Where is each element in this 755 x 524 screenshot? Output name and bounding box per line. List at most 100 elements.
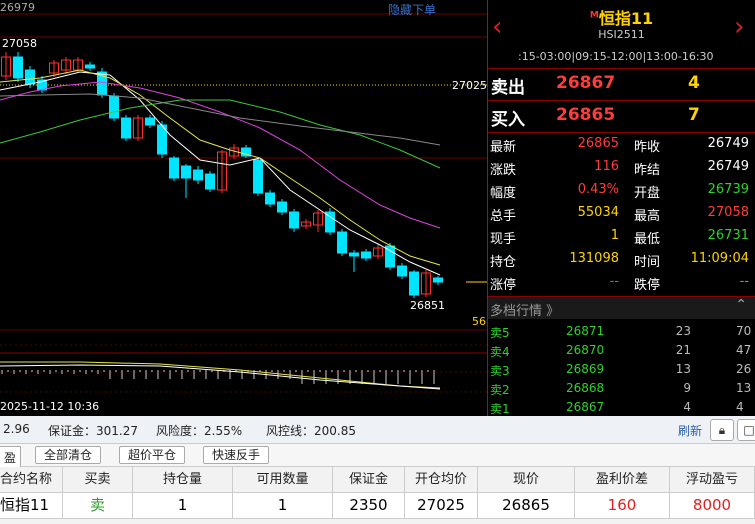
depth-row[interactable]: 卖1 26867 4 4 <box>488 398 755 416</box>
table-cell: 2350 <box>333 493 405 518</box>
account-info-bar: 2.96 保证金：301.27 风险度：2.55% 风控线：200.85 刷新 … <box>0 416 755 444</box>
action-bar: 盈 全部清仓 超价平仓 快速反手 <box>0 444 755 469</box>
chevron-right-icon[interactable]: › <box>734 14 744 40</box>
window-icon[interactable]: □ <box>737 419 755 441</box>
column-header: 现价 <box>478 467 575 492</box>
column-header: 浮动盈亏 <box>670 467 755 492</box>
stat-value: -- <box>739 274 749 289</box>
candle-body <box>253 159 263 194</box>
depth-row[interactable]: 卖3 26869 13 26 <box>488 360 755 379</box>
chart-time-label: 2025-11-12 10:36 <box>0 400 100 413</box>
refresh-link[interactable]: 刷新 <box>678 422 702 439</box>
sell-price: 26867 <box>556 73 616 93</box>
contract-name: 恒指11 <box>598 9 654 28</box>
stat-row: 涨跌 116 昨结 26749 <box>488 156 755 179</box>
table-row[interactable]: 恒指11 卖 1 1 2350 27025 26865 160 8000 <box>0 493 755 519</box>
quote-header: ‹ M恒指11 HSI2511 :15-03:00|09:15-12:00|13… <box>488 0 755 68</box>
stat-label: 最低 <box>634 232 661 247</box>
tab-positions[interactable]: 盈 <box>0 446 22 469</box>
depth-cumulative: 47 <box>736 343 752 357</box>
stat-label: 昨结 <box>634 163 661 178</box>
stat-label: 涨停 <box>490 278 517 293</box>
contract-title: M恒指11 <box>488 5 755 29</box>
stat-row: 涨停 -- 跌停 -- <box>488 271 755 294</box>
stat-label: 幅度 <box>490 186 517 201</box>
depth-row[interactable]: 卖4 26870 21 47 <box>488 341 755 360</box>
stat-label: 总手 <box>490 209 517 224</box>
buy-row[interactable]: 买入 26865 7 <box>488 100 755 131</box>
stat-label: 开盘 <box>634 186 661 201</box>
depth-cumulative: 70 <box>736 324 752 338</box>
depth-cumulative: 26 <box>736 362 752 376</box>
stat-label: 时间 <box>634 255 661 270</box>
stat-value: -- <box>609 274 619 289</box>
depth-volume: 9 <box>683 381 691 395</box>
depth-row[interactable]: 卖2 26868 9 13 <box>488 379 755 398</box>
kline-chart-canvas <box>0 13 487 393</box>
column-header: 合约名称 <box>0 467 63 492</box>
table-header: 合约名称 买卖 持仓量 可用数量 保证金 开仓均价 现价 盈利价差 浮动盈亏 <box>0 467 755 493</box>
stat-row: 总手 55034 最高 27058 <box>488 202 755 225</box>
stat-value: 11:09:04 <box>690 251 749 266</box>
quick-reverse-button[interactable]: 快速反手 <box>203 446 270 464</box>
candle-body <box>337 231 347 254</box>
stat-value: 26739 <box>707 182 749 197</box>
column-header: 盈利价差 <box>575 467 670 492</box>
depth-price: 26870 <box>566 343 605 357</box>
risk-line-info: 风控线：200.85 <box>266 424 356 438</box>
ma-long-line <box>0 93 441 146</box>
stat-value: 131098 <box>569 251 619 266</box>
account-value: 2.96 <box>3 422 30 436</box>
hide-order-link[interactable]: 隐藏下单 <box>388 1 436 18</box>
stat-label: 涨跌 <box>490 163 517 178</box>
stat-value: 0.43% <box>577 182 619 197</box>
risk-info: 风险度：2.55% <box>156 424 243 438</box>
depth-price: 26868 <box>566 381 605 395</box>
candle-body <box>193 169 203 181</box>
contract-code: HSI2511 <box>598 28 645 41</box>
stat-value: 116 <box>594 159 619 174</box>
depth-volume: 13 <box>675 362 691 376</box>
stat-label: 昨收 <box>634 140 661 155</box>
sell-row[interactable]: 卖出 26867 4 <box>488 68 755 99</box>
main-contract-badge: M <box>589 10 599 21</box>
table-cell: 恒指11 <box>0 493 63 518</box>
depth-row[interactable]: 卖5 26871 23 70 <box>488 322 755 341</box>
overprice-close-button[interactable]: 超价平仓 <box>119 446 186 464</box>
depth-header[interactable]: 多档行情 》 ⌃ <box>488 296 755 319</box>
column-header: 可用数量 <box>233 467 333 492</box>
sell-volume: 4 <box>688 73 700 93</box>
stat-row: 幅度 0.43% 开盘 26739 <box>488 179 755 202</box>
candle-body <box>289 211 299 229</box>
stat-label: 最高 <box>634 209 661 224</box>
lock-icon[interactable]: 🔒︎ <box>710 419 734 441</box>
trade-panel: 2.96 保证金：301.27 风险度：2.55% 风控线：200.85 刷新 … <box>0 416 755 524</box>
stat-value: 27058 <box>707 205 749 220</box>
sell-label: 卖出 <box>491 78 525 98</box>
candle-body <box>409 271 419 296</box>
price-label-top: 26979 <box>0 1 35 14</box>
stat-value: 26749 <box>707 159 749 174</box>
kline-chart[interactable]: 26979 隐藏下单 27058 27025 26851 56 2025-11-… <box>0 0 487 416</box>
ma5-line <box>0 71 441 276</box>
chevron-up-icon[interactable]: ⌃ <box>735 297 747 313</box>
depth-level: 卖1 <box>490 402 510 416</box>
stat-value: 26731 <box>707 228 749 243</box>
candle-body <box>85 64 95 69</box>
positions-table: 合约名称 买卖 持仓量 可用数量 保证金 开仓均价 现价 盈利价差 浮动盈亏 恒指11 卖 1 1 235… <box>0 467 755 519</box>
column-header: 持仓量 <box>133 467 233 492</box>
table-cell: 26865 <box>478 493 575 518</box>
table-cell: 卖 <box>63 493 133 518</box>
close-all-button[interactable]: 全部清仓 <box>35 446 102 464</box>
depth-volume: 21 <box>675 343 691 357</box>
depth-volume: 23 <box>675 324 691 338</box>
candle-body <box>349 252 359 257</box>
quote-panel: ‹ M恒指11 HSI2511 :15-03:00|09:15-12:00|13… <box>488 0 755 416</box>
high-price-label: 27058 <box>2 37 37 50</box>
table-cell: 8000 <box>670 493 755 518</box>
ma10-line <box>0 69 441 266</box>
candle-body <box>169 157 179 179</box>
low-price-label: 26851 <box>410 299 445 312</box>
column-header: 开仓均价 <box>405 467 478 492</box>
depth-title: 多档行情 》 <box>490 304 560 319</box>
